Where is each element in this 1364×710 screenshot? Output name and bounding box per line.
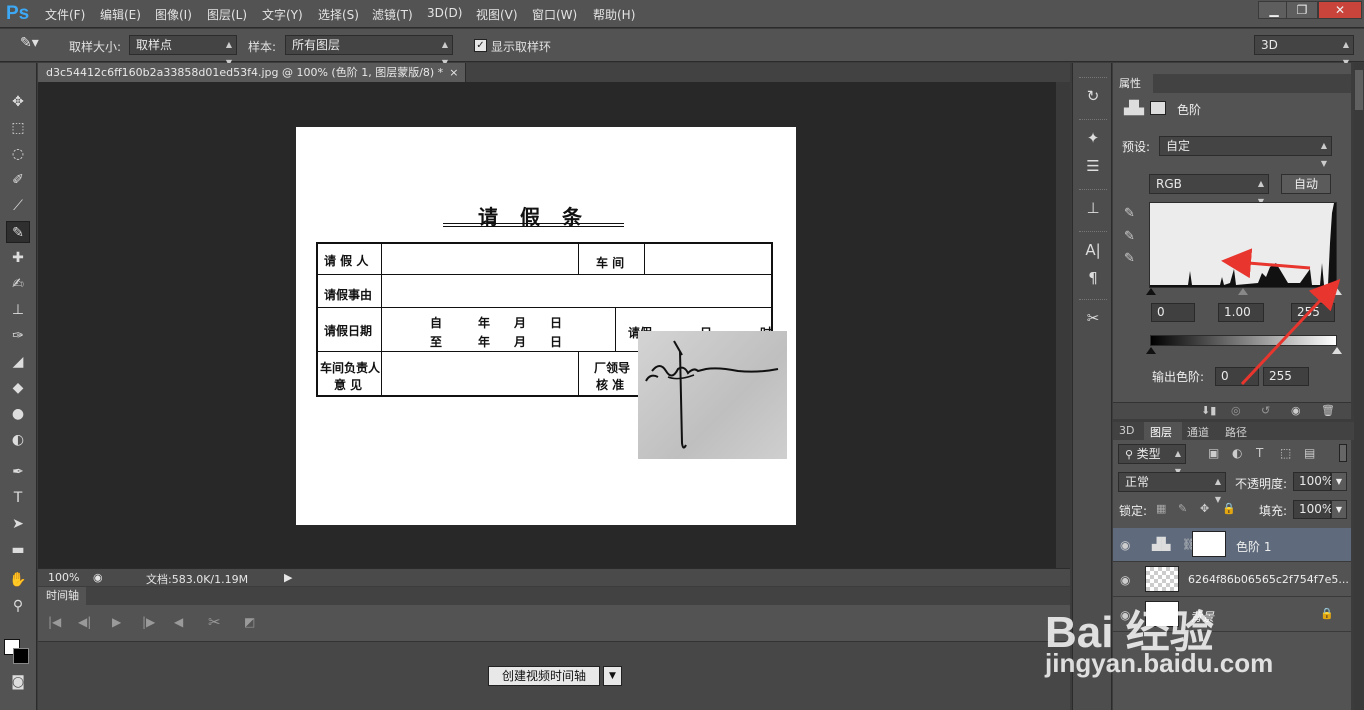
annotation-arrow-up xyxy=(1240,279,1341,386)
annotation-arrow-left xyxy=(1221,248,1311,279)
baidu-watermark-url: jingyan.baidu.com xyxy=(1045,648,1274,678)
